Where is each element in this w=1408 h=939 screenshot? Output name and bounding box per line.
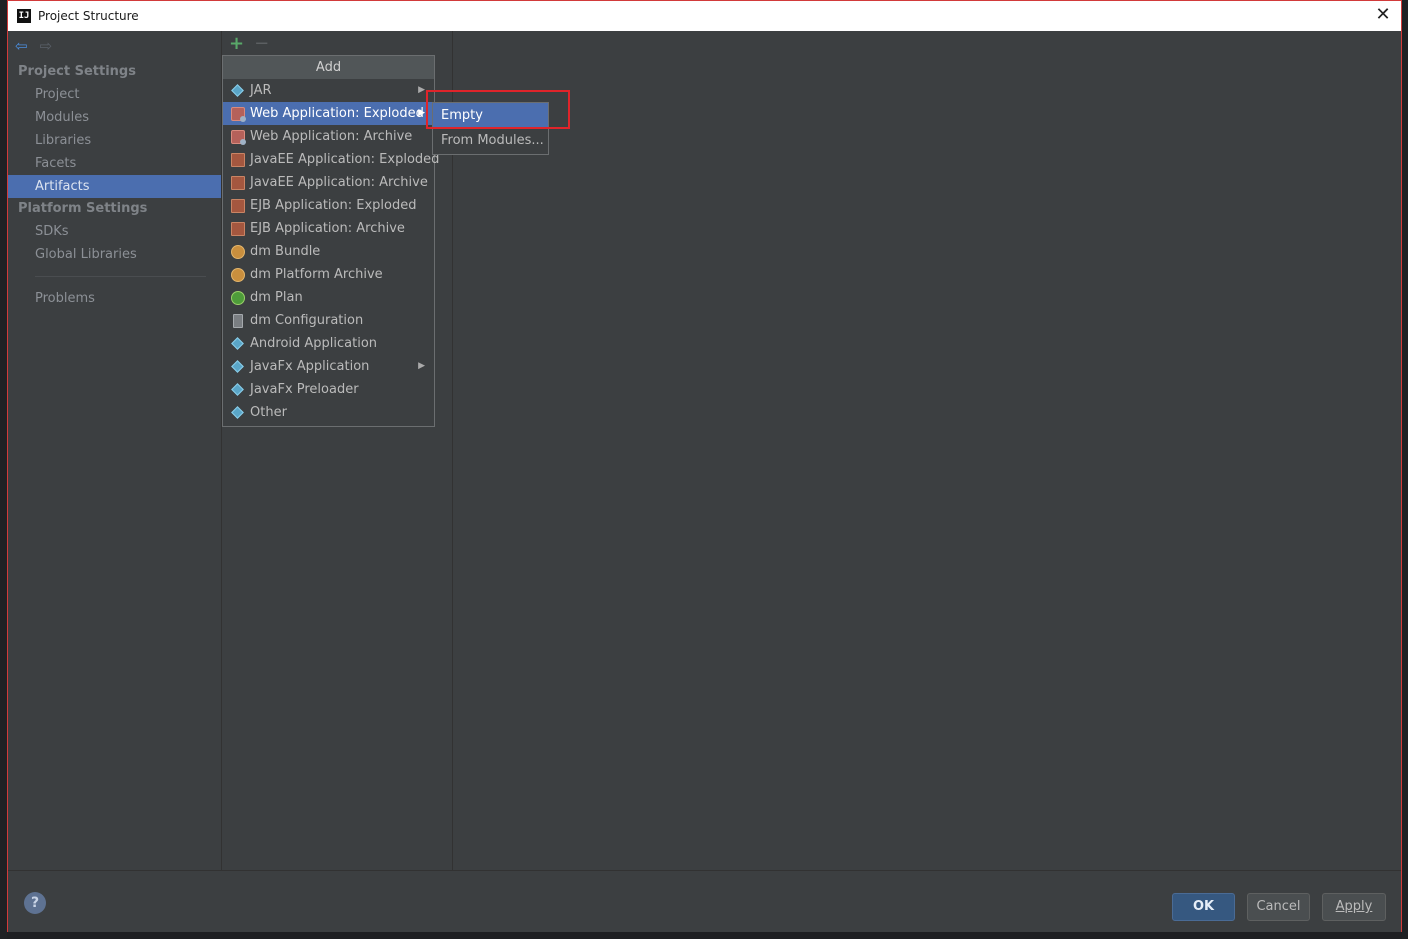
- submenu-arrow-icon: ▶: [418, 361, 425, 371]
- left-edge-strip: [0, 0, 7, 939]
- project-structure-dialog: IJ Project Structure ✕ ⇦ ⇨ Project Setti…: [7, 0, 1402, 932]
- diamond-icon: [231, 84, 244, 97]
- cancel-button[interactable]: Cancel: [1247, 893, 1310, 921]
- submenu-arrow-icon: ▶: [418, 108, 425, 118]
- menu-item-label: JavaEE Application: Exploded: [250, 152, 440, 167]
- menu-item-label: dm Platform Archive: [250, 267, 383, 282]
- menu-item-javaee-archive[interactable]: JavaEE Application: Archive: [223, 171, 434, 194]
- menu-item-dm-bundle[interactable]: dm Bundle: [223, 240, 434, 263]
- menu-item-javaee-exploded[interactable]: JavaEE Application: Exploded: [223, 148, 439, 171]
- platform-settings-header: Platform Settings: [18, 201, 148, 216]
- submenu-item-from-modules[interactable]: From Modules...: [433, 128, 548, 153]
- sidebar-item-sdks[interactable]: SDKs: [8, 220, 221, 243]
- add-artifact-icon[interactable]: +: [229, 35, 244, 53]
- menu-item-label: JavaFx Preloader: [250, 382, 359, 397]
- project-settings-header: Project Settings: [18, 64, 136, 79]
- help-icon[interactable]: ?: [24, 892, 46, 914]
- annotation-highlight-frame: [426, 90, 570, 129]
- menu-item-label: JAR: [250, 83, 272, 98]
- menu-item-dm-platform-archive[interactable]: dm Platform Archive: [223, 263, 434, 286]
- diamond-icon: [231, 337, 244, 350]
- sidebar-item-modules[interactable]: Modules: [8, 106, 221, 129]
- sidebar-divider: [35, 276, 206, 277]
- menu-item-label: dm Bundle: [250, 244, 321, 259]
- menu-item-label: Other: [250, 405, 287, 420]
- menu-item-dm-plan[interactable]: dm Plan: [223, 286, 434, 309]
- diamond-icon: [231, 383, 244, 396]
- menu-item-jar[interactable]: JAR ▶: [223, 79, 434, 102]
- menu-item-android-application[interactable]: Android Application: [223, 332, 434, 355]
- javaee-icon: [231, 222, 245, 236]
- menu-item-web-application-exploded[interactable]: Web Application: Exploded ▶: [223, 102, 434, 125]
- menu-item-web-application-archive[interactable]: Web Application: Archive: [223, 125, 434, 148]
- menu-item-ejb-archive[interactable]: EJB Application: Archive: [223, 217, 434, 240]
- web-app-icon: [231, 130, 246, 145]
- popup-title: Add: [223, 56, 434, 79]
- menu-item-label: Web Application: Archive: [250, 129, 413, 144]
- javaee-icon: [231, 199, 245, 213]
- web-app-icon: [231, 107, 246, 122]
- menu-item-ejb-exploded[interactable]: EJB Application: Exploded: [223, 194, 434, 217]
- back-arrow-icon[interactable]: ⇦: [15, 38, 28, 54]
- menu-item-label: dm Plan: [250, 290, 303, 305]
- menu-item-label: EJB Application: Archive: [250, 221, 405, 236]
- menu-item-label: JavaEE Application: Archive: [250, 175, 428, 190]
- ok-button[interactable]: OK: [1172, 893, 1235, 921]
- menu-item-javafx-preloader[interactable]: JavaFx Preloader: [223, 378, 434, 401]
- menu-item-other[interactable]: Other: [223, 401, 434, 424]
- right-edge-strip: [1402, 0, 1408, 939]
- diamond-icon: [231, 406, 244, 419]
- remove-artifact-icon[interactable]: −: [254, 35, 269, 53]
- artifacts-toolbar: + −: [222, 31, 452, 57]
- apply-button[interactable]: Apply: [1322, 893, 1386, 921]
- close-icon[interactable]: ✕: [1373, 5, 1393, 25]
- intellij-app-icon: IJ: [17, 9, 31, 23]
- sidebar-item-project[interactable]: Project: [8, 83, 221, 106]
- dm-plan-icon: [231, 291, 245, 305]
- dm-icon: [231, 245, 245, 259]
- navigation-arrows: ⇦ ⇨: [8, 31, 221, 61]
- sidebar-item-global-libraries[interactable]: Global Libraries: [8, 243, 221, 266]
- menu-item-dm-configuration[interactable]: dm Configuration: [223, 309, 434, 332]
- menu-item-javafx-application[interactable]: JavaFx Application ▶: [223, 355, 434, 378]
- sidebar-item-facets[interactable]: Facets: [8, 152, 221, 175]
- add-artifact-popup: Add JAR ▶ Web Application: Exploded ▶ We…: [222, 55, 439, 427]
- javaee-icon: [231, 153, 245, 167]
- diamond-icon: [231, 360, 244, 373]
- menu-item-label: Web Application: Exploded: [250, 106, 424, 121]
- javaee-icon: [231, 176, 245, 190]
- sidebar-item-problems[interactable]: Problems: [8, 287, 221, 310]
- menu-item-label: dm Configuration: [250, 313, 364, 328]
- menu-item-label: EJB Application: Exploded: [250, 198, 417, 213]
- window-title: Project Structure: [38, 9, 139, 23]
- forward-arrow-icon[interactable]: ⇨: [40, 38, 53, 54]
- menu-item-label: Android Application: [250, 336, 378, 351]
- sidebar-item-libraries[interactable]: Libraries: [8, 129, 221, 152]
- title-bar: IJ Project Structure ✕: [8, 1, 1401, 31]
- menu-item-label: JavaFx Application: [250, 359, 370, 374]
- submenu-arrow-icon: ▶: [418, 85, 425, 95]
- dialog-footer: ? OK Cancel Apply: [8, 870, 1401, 932]
- dm-icon: [231, 268, 245, 282]
- document-icon: [233, 314, 243, 328]
- settings-sidebar: ⇦ ⇨ Project Settings Project Modules Lib…: [8, 31, 222, 870]
- sidebar-item-artifacts[interactable]: Artifacts: [8, 175, 221, 198]
- artifact-detail-panel: [453, 31, 1401, 870]
